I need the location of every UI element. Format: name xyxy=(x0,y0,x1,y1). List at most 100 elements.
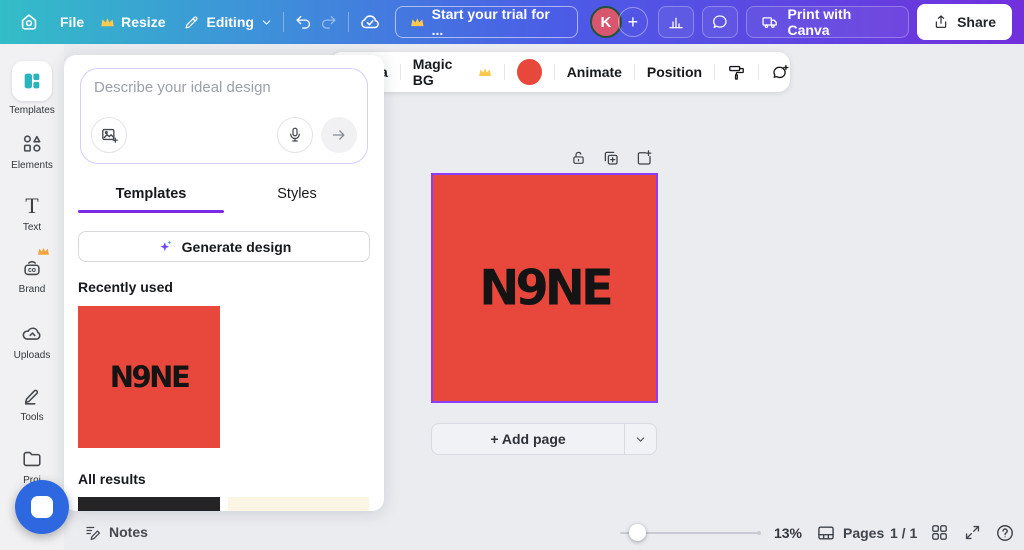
home-icon xyxy=(21,14,37,30)
notes-icon xyxy=(86,526,101,540)
comment-icon xyxy=(712,15,727,29)
pages-icon xyxy=(818,526,834,540)
text-icon: T xyxy=(25,193,39,218)
submit-prompt-button[interactable] xyxy=(321,117,357,153)
sidebar-item-tools[interactable]: Tools xyxy=(0,384,64,423)
page-indicator: 1 / 1 xyxy=(890,525,918,541)
divider xyxy=(347,12,349,32)
divider xyxy=(633,64,635,80)
copy-style-button[interactable] xyxy=(727,63,746,82)
zoom-slider-end-dot xyxy=(757,531,761,535)
position-button[interactable]: Position xyxy=(647,64,702,80)
sidebar: Templates Elements T Text co Brand Uploa… xyxy=(0,44,64,550)
divider xyxy=(758,64,759,80)
result-thumbnail-cream[interactable] xyxy=(228,497,369,511)
cloud-save-status[interactable] xyxy=(359,11,381,33)
sidebar-item-templates[interactable]: Templates xyxy=(0,61,64,116)
templates-icon xyxy=(24,73,40,89)
resize-menu[interactable]: Resize xyxy=(100,14,165,30)
resize-menu-label: Resize xyxy=(121,14,166,30)
sidebar-item-label: Templates xyxy=(9,105,55,116)
trial-button[interactable]: Start your trial for ... xyxy=(394,6,578,38)
sparkle-icon xyxy=(159,240,172,252)
undo-button[interactable] xyxy=(294,13,313,32)
divider xyxy=(399,64,401,80)
print-button[interactable]: Print with Canva xyxy=(745,6,910,38)
grid-view-icon[interactable] xyxy=(930,523,949,542)
divider xyxy=(504,64,506,80)
share-button[interactable]: Share xyxy=(917,4,1013,40)
tab-templates[interactable]: Templates xyxy=(78,175,224,213)
design-page[interactable]: N9NE xyxy=(433,175,656,401)
magic-bg-label: Magic BG xyxy=(412,56,453,88)
home-button[interactable] xyxy=(12,11,46,33)
magic-bg-button[interactable]: Magic BG xyxy=(413,56,493,88)
comments-button[interactable] xyxy=(701,6,738,38)
tab-templates-label: Templates xyxy=(115,186,187,202)
duplicate-page-icon[interactable] xyxy=(602,149,620,167)
chat-bubble-icon xyxy=(31,496,53,518)
undo-icon xyxy=(296,15,311,29)
insights-button[interactable] xyxy=(657,6,694,38)
sidebar-item-brand[interactable]: co Brand xyxy=(0,247,64,295)
add-image-button[interactable] xyxy=(91,117,127,153)
add-page-button[interactable]: + Add page xyxy=(432,424,624,454)
result-thumbnail-dark[interactable] xyxy=(78,497,220,511)
divider xyxy=(553,64,555,80)
chevron-down-icon xyxy=(262,19,271,25)
add-page-dropdown[interactable] xyxy=(625,424,656,454)
arrow-right-icon xyxy=(332,130,345,140)
tab-styles[interactable]: Styles xyxy=(224,175,370,213)
fullscreen-icon[interactable] xyxy=(963,523,982,542)
zoom-slider-thumb[interactable] xyxy=(629,524,646,541)
sidebar-item-uploads[interactable]: Uploads xyxy=(0,322,64,361)
design-prompt-input[interactable] xyxy=(94,79,349,96)
animate-button[interactable]: Animate xyxy=(567,64,622,80)
divider xyxy=(714,64,716,80)
unlock-icon[interactable] xyxy=(570,149,587,167)
file-menu[interactable]: File xyxy=(60,14,84,30)
image-plus-icon xyxy=(101,128,118,143)
redo-button[interactable] xyxy=(319,13,338,32)
recently-used-heading: Recently used xyxy=(78,279,173,295)
tools-icon xyxy=(24,389,39,405)
notes-label: Notes xyxy=(109,524,148,540)
crown-icon xyxy=(38,247,49,255)
avatar-initial: K xyxy=(600,13,612,31)
background-color-swatch[interactable] xyxy=(517,59,542,85)
file-menu-label: File xyxy=(60,14,85,30)
crown-icon xyxy=(479,67,492,76)
editing-mode-dropdown[interactable]: Editing xyxy=(183,14,272,31)
add-page-label: + Add page xyxy=(490,431,566,447)
page-logo-text[interactable]: N9NE xyxy=(479,259,614,316)
recently-used-thumbnail[interactable]: N9NE xyxy=(78,306,220,448)
print-button-label: Print with Canva xyxy=(787,6,852,38)
status-bar: Notes 13% Pages 1 / 1 xyxy=(0,516,1024,550)
zoom-percentage[interactable]: 13% xyxy=(768,525,808,541)
position-label: Position xyxy=(646,64,703,80)
voice-input-button[interactable] xyxy=(277,117,313,153)
sidebar-item-projects[interactable]: Proj xyxy=(0,447,64,486)
crown-icon xyxy=(411,17,424,26)
sidebar-item-elements[interactable]: Elements xyxy=(0,132,64,171)
share-upload-icon xyxy=(935,15,947,28)
add-page-icon[interactable] xyxy=(635,149,653,167)
pages-button[interactable]: Pages xyxy=(816,523,884,543)
notes-button[interactable]: Notes xyxy=(84,523,148,541)
all-results-heading: All results xyxy=(78,471,146,487)
add-member-button[interactable]: + xyxy=(617,7,648,37)
projects-folder-icon xyxy=(23,451,41,467)
panel-tabs: Templates Styles xyxy=(78,175,370,213)
editing-mode-label: Editing xyxy=(206,14,254,30)
animate-label: Animate xyxy=(566,64,622,80)
templates-panel: Templates Styles Generate design Recentl… xyxy=(64,55,384,511)
templates-active-box xyxy=(12,61,52,101)
help-icon[interactable] xyxy=(995,523,1015,543)
sidebar-item-text[interactable]: T Text xyxy=(0,193,64,233)
generate-design-button[interactable]: Generate design xyxy=(78,231,370,262)
cloud-check-icon xyxy=(361,15,379,29)
chat-assistant-bubble[interactable] xyxy=(15,480,69,534)
share-button-label: Share xyxy=(957,14,997,30)
add-comment-button[interactable] xyxy=(771,63,790,82)
account-group: K + xyxy=(589,6,648,38)
